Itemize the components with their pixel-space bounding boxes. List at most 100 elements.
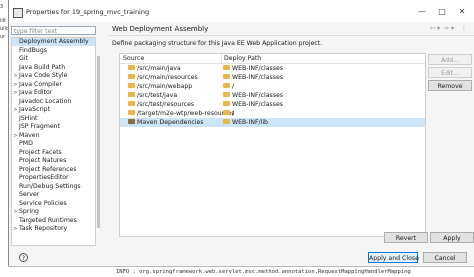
tree-item-project-natures[interactable]: Project Natures (12, 157, 95, 165)
forward-icon[interactable]: ⇨ (444, 25, 449, 32)
deploy-path: WEB-INF/classes (232, 101, 283, 108)
deploy-cell: WEB-INF/classes (223, 91, 283, 100)
panel-title: Web Deployment Assembly (112, 25, 209, 33)
deploy-path: WEB-INF/classes (232, 92, 283, 99)
tree-item-label: Service Policies (19, 199, 67, 207)
back-icon[interactable]: ⇦ (430, 25, 435, 32)
tree-item-java-editor[interactable]: >Java Editor (12, 89, 95, 97)
title-bar[interactable]: Properties for 19_spring_mvc_training — … (9, 0, 474, 22)
tree-item-label: Javadoc Location (19, 97, 72, 105)
expand-arrow-icon[interactable]: > (12, 132, 19, 140)
tree-item-properties-editor[interactable]: PropertiesEditor (12, 174, 95, 182)
remove-button[interactable]: Remove (428, 80, 472, 91)
source-path: /src/main/java (137, 65, 181, 72)
source-path: /target/m2e-wtp/web-resources (137, 110, 235, 117)
tree-item-pmd[interactable]: PMD (12, 140, 95, 148)
help-icon[interactable]: ? (19, 253, 28, 262)
tree-item-label: Deployment Assembly (19, 38, 89, 45)
maximize-icon[interactable]: □ (435, 6, 449, 17)
expand-arrow-icon[interactable]: > (12, 72, 19, 80)
tree-item-label: FindBugs (19, 46, 47, 54)
folder-icon (223, 64, 230, 70)
view-menu-icon[interactable]: ⋮ (461, 25, 467, 32)
tree-item-maven[interactable]: >Maven (12, 132, 95, 140)
editor-text: ur (0, 34, 6, 40)
table-row[interactable]: /src/main/resources WEB-INF/classes (120, 73, 425, 82)
tree-item-label: Java Editor (19, 89, 53, 96)
properties-icon (13, 8, 23, 18)
tree-item-service-policies[interactable]: Service Policies (12, 200, 95, 208)
tree-item-java-code-style[interactable]: >Java Code Style (12, 72, 95, 80)
folder-icon (128, 100, 135, 106)
source-cell: /src/test/java (128, 91, 177, 100)
expand-arrow-icon[interactable]: > (12, 208, 19, 216)
expand-arrow-icon[interactable]: > (12, 225, 19, 233)
tree-item-label: Project Facets (19, 148, 62, 156)
folder-icon (128, 64, 135, 70)
table-header: Source Deploy Path (120, 54, 425, 64)
table-row[interactable]: /src/main/webapp / (120, 82, 425, 91)
deploy-path: WEB-INF/lib (232, 119, 268, 126)
console-output: INFO : org.springframework.web.servlet.m… (8, 266, 474, 277)
tree-item-label: Git (19, 55, 28, 62)
deploy-path: WEB-INF/classes (232, 74, 283, 81)
tree-item-javadoc-location[interactable]: Javadoc Location (12, 98, 95, 106)
panel-description: Define packaging structure for this Java… (112, 40, 323, 47)
column-header-source[interactable]: Source (123, 55, 144, 62)
tree-item-deployment-assembly[interactable]: Deployment Assembly (12, 38, 95, 46)
expand-arrow-icon[interactable]: > (12, 81, 19, 89)
editor-text: 3 (0, 4, 4, 10)
tree-item-git[interactable]: Git (12, 55, 95, 63)
tree-item-findbugs[interactable]: FindBugs (12, 47, 95, 55)
deploy-cell: WEB-INF/classes (223, 64, 283, 73)
tree-item-spring[interactable]: >Spring (12, 208, 95, 216)
tree-item-java-compiler[interactable]: >Java Compiler (12, 81, 95, 89)
forward-menu-icon[interactable]: ▾ (451, 25, 454, 32)
tree-scrollbar[interactable] (97, 56, 100, 228)
folder-icon (223, 82, 230, 88)
tree-item-jshint[interactable]: JSHint (12, 115, 95, 123)
tree-item-label: Java Compiler (19, 80, 62, 88)
tree-item-project-facets[interactable]: Project Facets (12, 149, 95, 157)
back-menu-icon[interactable]: ▾ (437, 25, 440, 32)
table-row[interactable]: /src/main/java WEB-INF/classes (120, 64, 425, 73)
tree-item-label: Server (19, 191, 40, 198)
library-icon (128, 118, 135, 124)
tree-item-jsp-fragment[interactable]: JSP Fragment (12, 123, 95, 131)
filter-input[interactable]: type filter text (11, 26, 96, 35)
source-cell: Maven Dependencies (128, 118, 204, 127)
tree-item-label: Project Natures (19, 157, 67, 164)
table-row[interactable]: /src/test/resources WEB-INF/classes (120, 100, 425, 109)
deploy-cell: WEB-INF/classes (223, 73, 283, 82)
dialog-title: Properties for 19_spring_mvc_training (26, 8, 150, 16)
close-icon[interactable]: ✕ (455, 6, 469, 17)
tree-item-java-build-path[interactable]: Java Build Path (12, 64, 95, 72)
expand-arrow-icon[interactable]: > (12, 89, 19, 97)
revert-button[interactable]: Revert (384, 232, 428, 243)
tree-item-project-references[interactable]: Project References (12, 166, 95, 174)
edit-button[interactable]: Edit... (428, 67, 472, 78)
add-button[interactable]: Add... (428, 54, 472, 65)
minimize-icon[interactable]: — (415, 6, 429, 17)
tree-item-task-repository[interactable]: >Task Repository (12, 225, 95, 233)
editor-text: iilt (0, 18, 7, 24)
tree-item-label: PropertiesEditor (19, 174, 69, 181)
table-row[interactable]: /target/m2e-wtp/web-resources / (120, 109, 425, 118)
tree-item-targeted-runtimes[interactable]: Targeted Runtimes (12, 217, 95, 225)
cancel-button[interactable]: Cancel (423, 252, 467, 263)
folder-icon (128, 73, 135, 79)
tree-item-run-debug-settings[interactable]: Run/Debug Settings (12, 183, 95, 191)
table-row[interactable]: /src/test/java WEB-INF/classes (120, 91, 425, 100)
apply-and-close-button[interactable]: Apply and Close (368, 252, 419, 263)
deploy-cell: / (223, 109, 234, 118)
source-path: /src/main/resources (137, 74, 198, 81)
column-divider[interactable] (221, 54, 222, 63)
tree-item-javascript[interactable]: >JavaScript (12, 106, 95, 114)
table-row[interactable]: Maven Dependencies WEB-INF/lib (120, 118, 425, 127)
expand-arrow-icon[interactable]: > (12, 106, 19, 114)
tree-item-server[interactable]: Server (12, 191, 95, 199)
column-header-deploy-path[interactable]: Deploy Path (224, 55, 261, 62)
tree-item-label: Project References (19, 165, 77, 173)
tree-item-label: Java Build Path (19, 63, 66, 71)
apply-button[interactable]: Apply (430, 232, 474, 243)
